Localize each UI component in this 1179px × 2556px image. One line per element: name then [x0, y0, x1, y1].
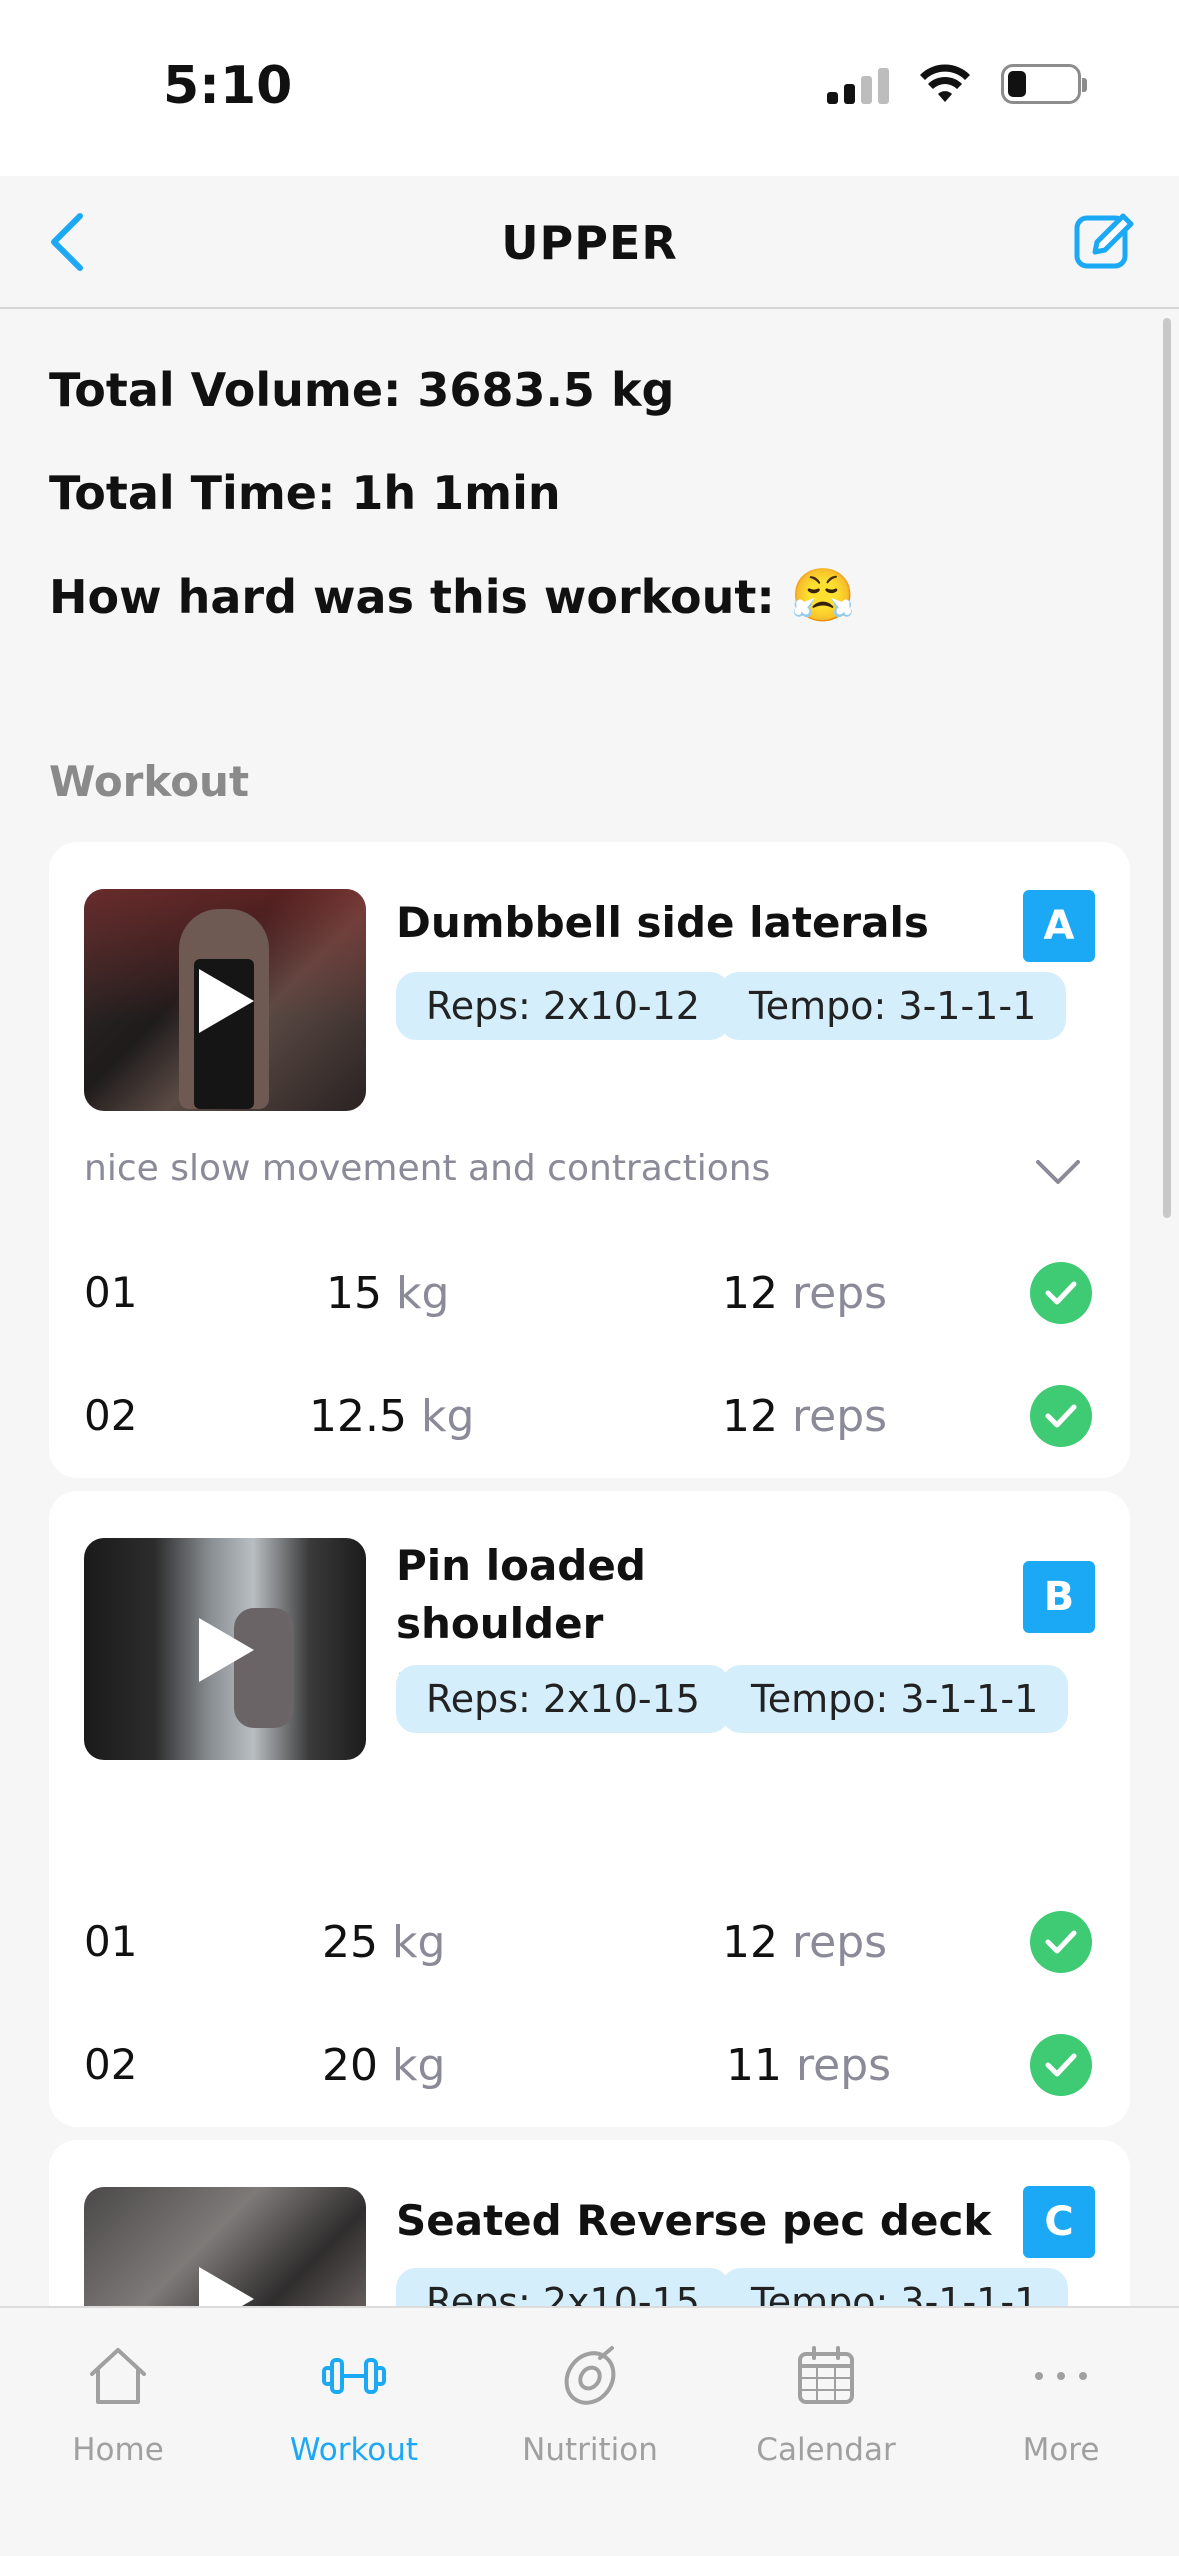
set-weight: 20 kg — [322, 2040, 446, 2091]
dumbbell-icon — [322, 2358, 386, 2394]
scroll-indicator[interactable] — [1163, 318, 1171, 1218]
tab-more[interactable]: More — [943, 2338, 1179, 2468]
tab-label: Home — [72, 2432, 164, 2468]
battery-icon — [1001, 64, 1087, 104]
difficulty-label: How hard was this workout: — [49, 570, 775, 624]
tab-label: Workout — [289, 2432, 419, 2468]
total-time: Total Time: 1h 1min — [49, 466, 561, 520]
calendar-icon — [798, 2346, 854, 2404]
tab-label: More — [1022, 2432, 1100, 2468]
set-row[interactable]: 01 15 kg 12 reps — [49, 1252, 1130, 1332]
total-volume: Total Volume: 3683.5 kg — [49, 363, 675, 417]
more-icon — [1035, 2372, 1087, 2380]
section-label: Workout — [49, 757, 250, 806]
exercise-badge: A — [1023, 890, 1095, 962]
set-number: 01 — [84, 1268, 138, 1317]
chevron-down-icon[interactable] — [1034, 1156, 1082, 1186]
nav-header: UPPER — [0, 176, 1179, 309]
exercise-name: Seated Reverse pec deck — [396, 2196, 992, 2245]
tab-label: Nutrition — [522, 2432, 658, 2468]
exercise-badge: B — [1023, 1561, 1095, 1633]
tab-workout[interactable]: Workout — [236, 2338, 472, 2468]
nutrition-icon — [564, 2346, 616, 2405]
reps-chip: Reps: 2x10-15 — [396, 1665, 730, 1733]
set-reps: 12 reps — [722, 1917, 888, 1968]
check-icon[interactable] — [1030, 2034, 1092, 2096]
check-icon[interactable] — [1030, 1385, 1092, 1447]
workout-summary: Total Volume: 3683.5 kg Total Time: 1h 1… — [49, 360, 856, 669]
check-icon[interactable] — [1030, 1262, 1092, 1324]
exercise-note: nice slow movement and contractions — [84, 1148, 771, 1189]
edit-icon[interactable] — [1069, 206, 1139, 276]
tempo-chip: Tempo: 3-1-1-1 — [721, 1665, 1069, 1733]
tab-home[interactable]: Home — [0, 2338, 236, 2468]
set-row[interactable]: 01 25 kg 12 reps — [49, 1901, 1130, 1981]
set-weight: 15 kg — [326, 1268, 450, 1319]
exercise-video-thumbnail[interactable] — [84, 889, 366, 1111]
set-weight: 12.5 kg — [309, 1391, 475, 1442]
exercise-card[interactable]: Pin loaded shoulder press B Reps: 2x10-1… — [49, 1491, 1130, 2127]
page-title: UPPER — [501, 216, 678, 270]
tab-calendar[interactable]: Calendar — [708, 2338, 944, 2468]
play-icon — [199, 1618, 254, 1682]
cellular-signal-icon — [827, 64, 889, 104]
tab-nutrition[interactable]: Nutrition — [472, 2338, 708, 2468]
reps-chip: Reps: 2x10-12 — [396, 972, 730, 1040]
set-number: 02 — [84, 2040, 138, 2089]
exercise-card[interactable]: Dumbbell side laterals A Reps: 2x10-12 T… — [49, 842, 1130, 1478]
exercise-video-thumbnail[interactable] — [84, 1538, 366, 1760]
exercise-badge: C — [1023, 2186, 1095, 2258]
status-time: 5:10 — [163, 56, 293, 116]
set-weight: 25 kg — [322, 1917, 446, 1968]
set-number: 02 — [84, 1391, 138, 1440]
wifi-icon — [920, 64, 970, 102]
check-icon[interactable] — [1030, 1911, 1092, 1973]
exercise-name: Dumbbell side laterals — [396, 898, 929, 947]
set-row[interactable]: 02 12.5 kg 12 reps — [49, 1375, 1130, 1455]
set-number: 01 — [84, 1917, 138, 1966]
set-reps: 12 reps — [722, 1268, 888, 1319]
play-icon — [199, 969, 254, 1033]
set-reps: 11 reps — [726, 2040, 892, 2091]
home-icon — [90, 2348, 146, 2404]
difficulty-emoji: 😤 — [790, 566, 856, 626]
tab-bar: Home Workout Nutrition Calendar More — [0, 2306, 1179, 2556]
tab-label: Calendar — [756, 2432, 896, 2468]
tempo-chip: Tempo: 3-1-1-1 — [719, 972, 1067, 1040]
status-bar: 5:10 — [0, 0, 1179, 176]
difficulty-rating: How hard was this workout: 😤 — [49, 566, 856, 669]
set-reps: 12 reps — [722, 1391, 888, 1442]
set-row[interactable]: 02 20 kg 11 reps — [49, 2024, 1130, 2104]
